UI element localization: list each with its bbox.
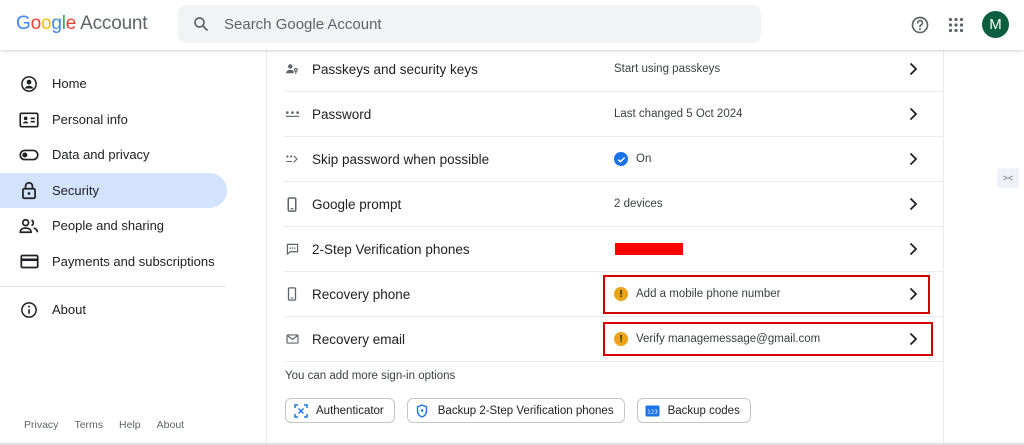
chevron-right-icon[interactable] bbox=[906, 197, 920, 211]
sidebar-item-personal-info[interactable]: Personal info bbox=[0, 102, 227, 137]
credit-card-icon bbox=[19, 252, 39, 272]
authenticator-chip[interactable]: Authenticator bbox=[285, 398, 395, 423]
sidebar-item-label: Personal info bbox=[52, 112, 128, 127]
sidebar-item-label: Payments and subscriptions bbox=[52, 254, 215, 269]
sidebar-item-label: About bbox=[52, 302, 86, 317]
help-icon[interactable] bbox=[909, 14, 931, 36]
chip-label: Backup 2-Step Verification phones bbox=[437, 404, 614, 417]
sidebar-item-people-and-sharing[interactable]: People and sharing bbox=[0, 208, 227, 243]
apps-grid-icon[interactable] bbox=[945, 14, 967, 36]
signin-option-chips: Authenticator Backup 2-Step Verification… bbox=[285, 398, 751, 423]
id-card-icon bbox=[19, 110, 39, 130]
row-value: Start using passkeys bbox=[614, 63, 721, 75]
row-value bbox=[614, 243, 904, 255]
more-options-text: You can add more sign-in options bbox=[285, 370, 456, 382]
row-label: Skip password when possible bbox=[312, 151, 490, 167]
mail-icon bbox=[284, 331, 300, 347]
highlight-recovery-email bbox=[603, 322, 933, 356]
row-value: 2 devices bbox=[614, 198, 663, 210]
row-2sv-phones[interactable]: 2-Step Verification phones bbox=[284, 227, 943, 272]
avatar[interactable]: M bbox=[982, 11, 1009, 38]
sidebar-item-security[interactable]: Security bbox=[0, 173, 227, 208]
shield-icon bbox=[415, 403, 430, 418]
redacted-phone bbox=[615, 243, 683, 255]
search-icon[interactable] bbox=[178, 15, 224, 33]
sms-icon bbox=[284, 241, 300, 257]
chevron-right-icon[interactable] bbox=[906, 152, 920, 166]
row-google-prompt[interactable]: Google prompt 2 devices bbox=[284, 182, 943, 227]
row-label: Passkeys and security keys bbox=[312, 61, 478, 77]
chevron-right-icon[interactable] bbox=[906, 242, 920, 256]
signin-methods-panel: Passkeys and security keys Start using p… bbox=[266, 50, 944, 445]
chevron-right-icon[interactable] bbox=[906, 62, 920, 76]
row-skip-password[interactable]: Skip password when possible On bbox=[284, 137, 943, 182]
footer-links: Privacy Terms Help About bbox=[24, 419, 184, 431]
search-input[interactable] bbox=[224, 15, 704, 33]
side-panel-toggle-icon[interactable]: >< bbox=[997, 168, 1019, 188]
sidebar-item-label: Data and privacy bbox=[52, 147, 150, 162]
backup-codes-chip[interactable]: 123 Backup codes bbox=[636, 398, 751, 423]
footer-link-help[interactable]: Help bbox=[119, 419, 141, 431]
sidebar: Home Personal info Data and privacy Secu… bbox=[0, 50, 266, 445]
row-value: Last changed 5 Oct 2024 bbox=[614, 108, 743, 120]
lock-icon bbox=[19, 181, 39, 201]
search-bar[interactable] bbox=[178, 5, 761, 43]
row-label: 2-Step Verification phones bbox=[312, 241, 470, 257]
backup-2sv-phones-chip[interactable]: Backup 2-Step Verification phones bbox=[406, 398, 625, 423]
footer-link-terms[interactable]: Terms bbox=[74, 419, 103, 431]
check-circle-icon bbox=[614, 152, 628, 166]
chip-label: Backup codes bbox=[667, 404, 740, 417]
chip-label: Authenticator bbox=[316, 404, 384, 417]
password-dots-icon bbox=[284, 106, 300, 122]
footer-link-about[interactable]: About bbox=[157, 419, 184, 431]
footer-link-privacy[interactable]: Privacy bbox=[24, 419, 58, 431]
row-value: On bbox=[614, 152, 904, 166]
sidebar-item-home[interactable]: Home bbox=[0, 66, 227, 101]
sidebar-item-label: Security bbox=[52, 183, 99, 198]
row-label: Recovery phone bbox=[312, 286, 411, 302]
toggle-icon bbox=[19, 145, 39, 165]
sidebar-divider bbox=[0, 286, 226, 287]
row-passkeys[interactable]: Passkeys and security keys Start using p… bbox=[284, 47, 943, 92]
google-account-logo[interactable]: Google Account bbox=[16, 13, 148, 35]
row-label: Password bbox=[312, 106, 372, 122]
sidebar-item-data-and-privacy[interactable]: Data and privacy bbox=[0, 137, 227, 172]
sidebar-item-payments-and-subscriptions[interactable]: Payments and subscriptions bbox=[0, 244, 227, 279]
skip-password-icon bbox=[284, 151, 300, 167]
authenticator-icon bbox=[293, 403, 308, 418]
people-icon bbox=[19, 216, 39, 236]
passkey-icon bbox=[284, 61, 300, 77]
status-text: On bbox=[636, 153, 652, 165]
backup-codes-icon: 123 bbox=[645, 403, 660, 418]
top-bar: GoogleAccount M bbox=[0, 0, 1024, 50]
home-icon bbox=[19, 74, 39, 94]
mobile-icon bbox=[284, 286, 300, 302]
sidebar-item-label: People and sharing bbox=[52, 218, 165, 233]
chevron-right-icon[interactable] bbox=[906, 107, 920, 121]
phone-icon bbox=[284, 196, 300, 212]
svg-text:123: 123 bbox=[647, 409, 658, 415]
row-label: Recovery email bbox=[312, 331, 406, 347]
row-password[interactable]: Password Last changed 5 Oct 2024 bbox=[284, 92, 943, 137]
highlight-recovery-phone bbox=[603, 275, 930, 314]
sidebar-item-about[interactable]: About bbox=[0, 292, 227, 327]
row-label: Google prompt bbox=[312, 196, 402, 212]
sidebar-item-label: Home bbox=[52, 76, 87, 91]
info-icon bbox=[19, 300, 39, 320]
